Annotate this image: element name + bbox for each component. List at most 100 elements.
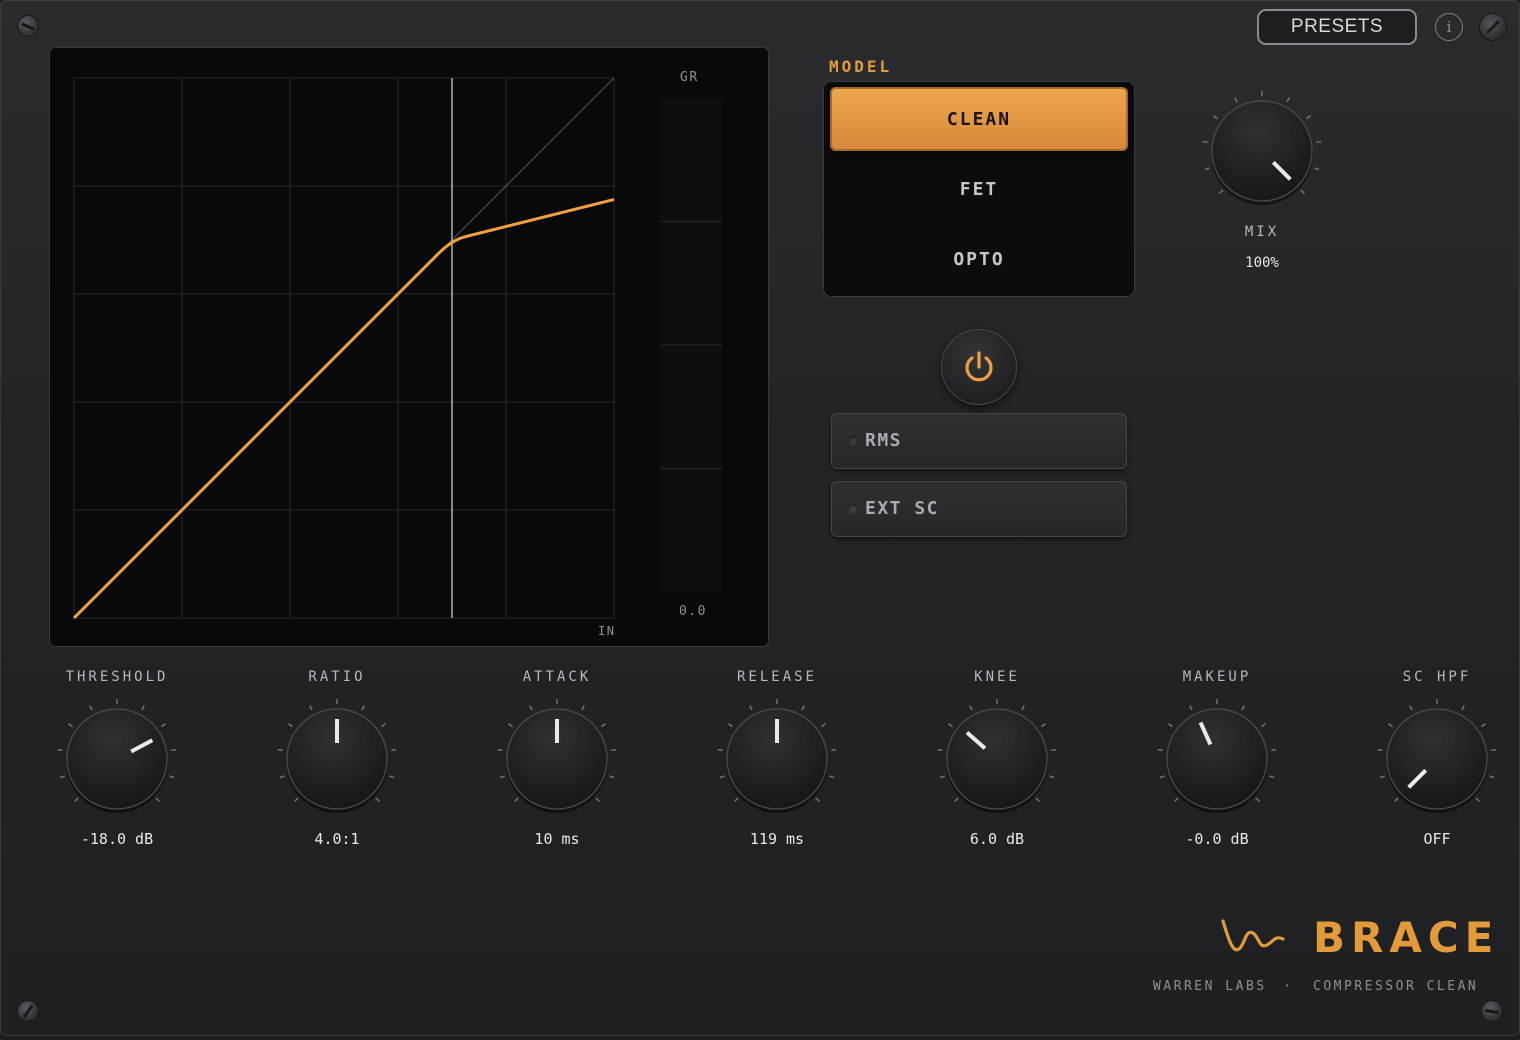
mix-tick [1300,189,1305,194]
ext-sc-label: EXT SC [865,498,940,519]
makeup-control: MAKEUP -0.0 dB [1147,669,1287,859]
attack-knob[interactable] [487,689,627,829]
gr-meter-value: 0.0 [679,604,707,619]
model-option-opto[interactable]: OPTO [830,227,1128,291]
presets-button[interactable]: PRESETS [1257,9,1417,45]
knee-tick [939,775,945,779]
power-button[interactable] [941,329,1017,405]
mix-tick [1316,140,1322,144]
sc-hpf-tick [1409,705,1413,711]
release-tick [719,775,725,779]
knee-knob[interactable] [927,689,1067,829]
mix-tick [1204,167,1210,171]
model-option-fet[interactable]: FET [830,157,1128,221]
sc-hpf-tick [1475,797,1480,802]
threshold-value: -18.0 dB [80,830,154,848]
ext-sc-toggle[interactable]: EXT SC [831,481,1127,537]
screw-bottom-right [1481,1000,1503,1022]
rms-led [848,436,858,446]
rms-label: RMS [865,430,903,451]
attack-tick [611,748,617,752]
makeup-knob[interactable] [1147,689,1287,829]
knee-value: 6.0 dB [969,830,1025,848]
edit-icon[interactable] [1479,13,1507,41]
release-control: RELEASE 119 ms [707,669,847,859]
threshold-label: THRESHOLD [65,669,169,685]
attack-control: ATTACK 10 ms [487,669,627,859]
makeup-value: -0.0 dB [1185,830,1249,848]
threshold-tick [74,797,79,802]
sc-hpf-value: OFF [1423,830,1451,848]
ratio-knob[interactable] [267,689,407,829]
ratio-tick [375,797,380,802]
sc-hpf-control: SC HPF OFF [1367,669,1507,859]
info-icon[interactable]: i [1435,13,1463,41]
attack-tick [529,705,533,711]
compression-curve [72,198,615,620]
mix-knob[interactable] [1192,81,1332,221]
makeup-tick [1241,705,1245,711]
mix-tick [1212,115,1218,120]
threshold-tick [141,705,145,711]
makeup-tick [1174,797,1179,802]
sc-hpf-body [1386,708,1488,810]
knee-tick [1049,775,1055,779]
gr-meter-label: GR [680,70,699,85]
sc-hpf-knob[interactable] [1367,689,1507,829]
ext-sc-led [848,504,858,514]
release-value: 119 ms [749,830,805,848]
brand-product: COMPRESSOR CLEAN [1313,979,1479,994]
threshold-control: THRESHOLD -18.0 dB [47,669,187,859]
ratio-tick [279,775,285,779]
mix-tick [1219,189,1224,194]
makeup-tick [1269,775,1275,779]
pencil-icon [1486,20,1500,34]
rms-toggle[interactable]: RMS [831,413,1127,469]
brand-name: BRACE [1313,913,1500,962]
threshold-tick [67,723,73,728]
release-label: RELEASE [736,669,817,685]
release-tick [815,797,820,802]
knee-tick [954,797,959,802]
knee-label: KNEE [974,669,1020,685]
mix-control: MIX 100% [1192,81,1332,281]
ratio-tick [389,775,395,779]
attack-tick [507,723,513,728]
sc-hpf-tick [1461,705,1465,711]
ratio-tick [381,723,387,728]
threshold-knob[interactable] [47,689,187,829]
ratio-tick [361,705,365,711]
release-tick [831,748,837,752]
mix-value: 100% [1245,255,1279,271]
power-icon [965,351,993,382]
knee-tick [969,705,973,711]
release-tick [801,705,805,711]
release-knob[interactable] [707,689,847,829]
mix-tick [1306,115,1312,120]
attack-tick [499,775,505,779]
attack-tick [497,748,503,752]
release-tick [829,775,835,779]
attack-tick [609,775,615,779]
makeup-body [1166,708,1268,810]
attack-tick [601,723,607,728]
mix-tick [1234,97,1238,103]
brand-maker: WARREN LABS [1153,979,1267,994]
knee-tick [1051,748,1057,752]
makeup-tick [1167,723,1173,728]
ratio-tick [277,748,283,752]
attack-tick [514,797,519,802]
sc-hpf-tick [1481,723,1487,728]
knee-tick [937,748,943,752]
sc-hpf-tick [1379,775,1385,779]
threshold-tick [161,723,167,728]
attack-tick [581,705,585,711]
knee-tick [1035,797,1040,802]
makeup-tick [1157,748,1163,752]
ratio-tick [391,748,397,752]
screw-top-left [17,15,39,37]
release-tick [727,723,733,728]
attack-tick [595,797,600,802]
model-option-clean[interactable]: CLEAN [830,87,1128,151]
ratio-tick [287,723,293,728]
